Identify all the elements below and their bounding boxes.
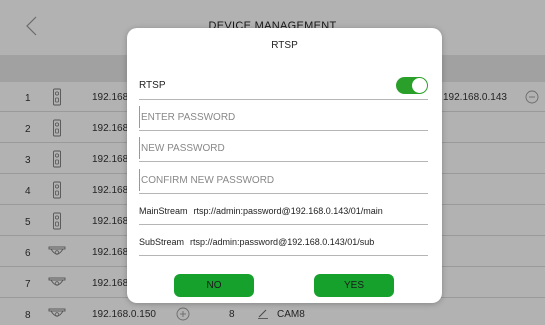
toggle-knob [412,78,427,93]
no-button[interactable]: NO [174,274,254,297]
divider [139,130,428,131]
enter-password-field[interactable] [139,106,428,128]
divider [139,224,428,225]
divider [139,193,428,194]
divider [139,161,428,162]
dialog-title: RTSP [271,40,298,51]
yes-button[interactable]: YES [314,274,394,297]
main-stream-url: rtsp://admin:password@192.168.0.143/01/m… [193,206,383,216]
rtsp-dialog: RTSP RTSP MainStream rtsp://admin:passwor… [127,28,442,303]
confirm-password-field[interactable] [139,169,428,191]
sub-stream-url: rtsp://admin:password@192.168.0.143/01/s… [190,237,375,247]
new-password-field[interactable] [139,137,428,159]
divider [139,255,428,256]
rtsp-toggle[interactable] [396,77,428,94]
sub-stream-label: SubStream [139,237,185,247]
main-stream-label: MainStream [139,206,188,216]
main-stream-row: MainStream rtsp://admin:password@192.168.… [139,206,383,216]
rtsp-toggle-label: RTSP [139,80,166,91]
divider [139,99,428,100]
sub-stream-row: SubStream rtsp://admin:password@192.168.0… [139,237,374,247]
